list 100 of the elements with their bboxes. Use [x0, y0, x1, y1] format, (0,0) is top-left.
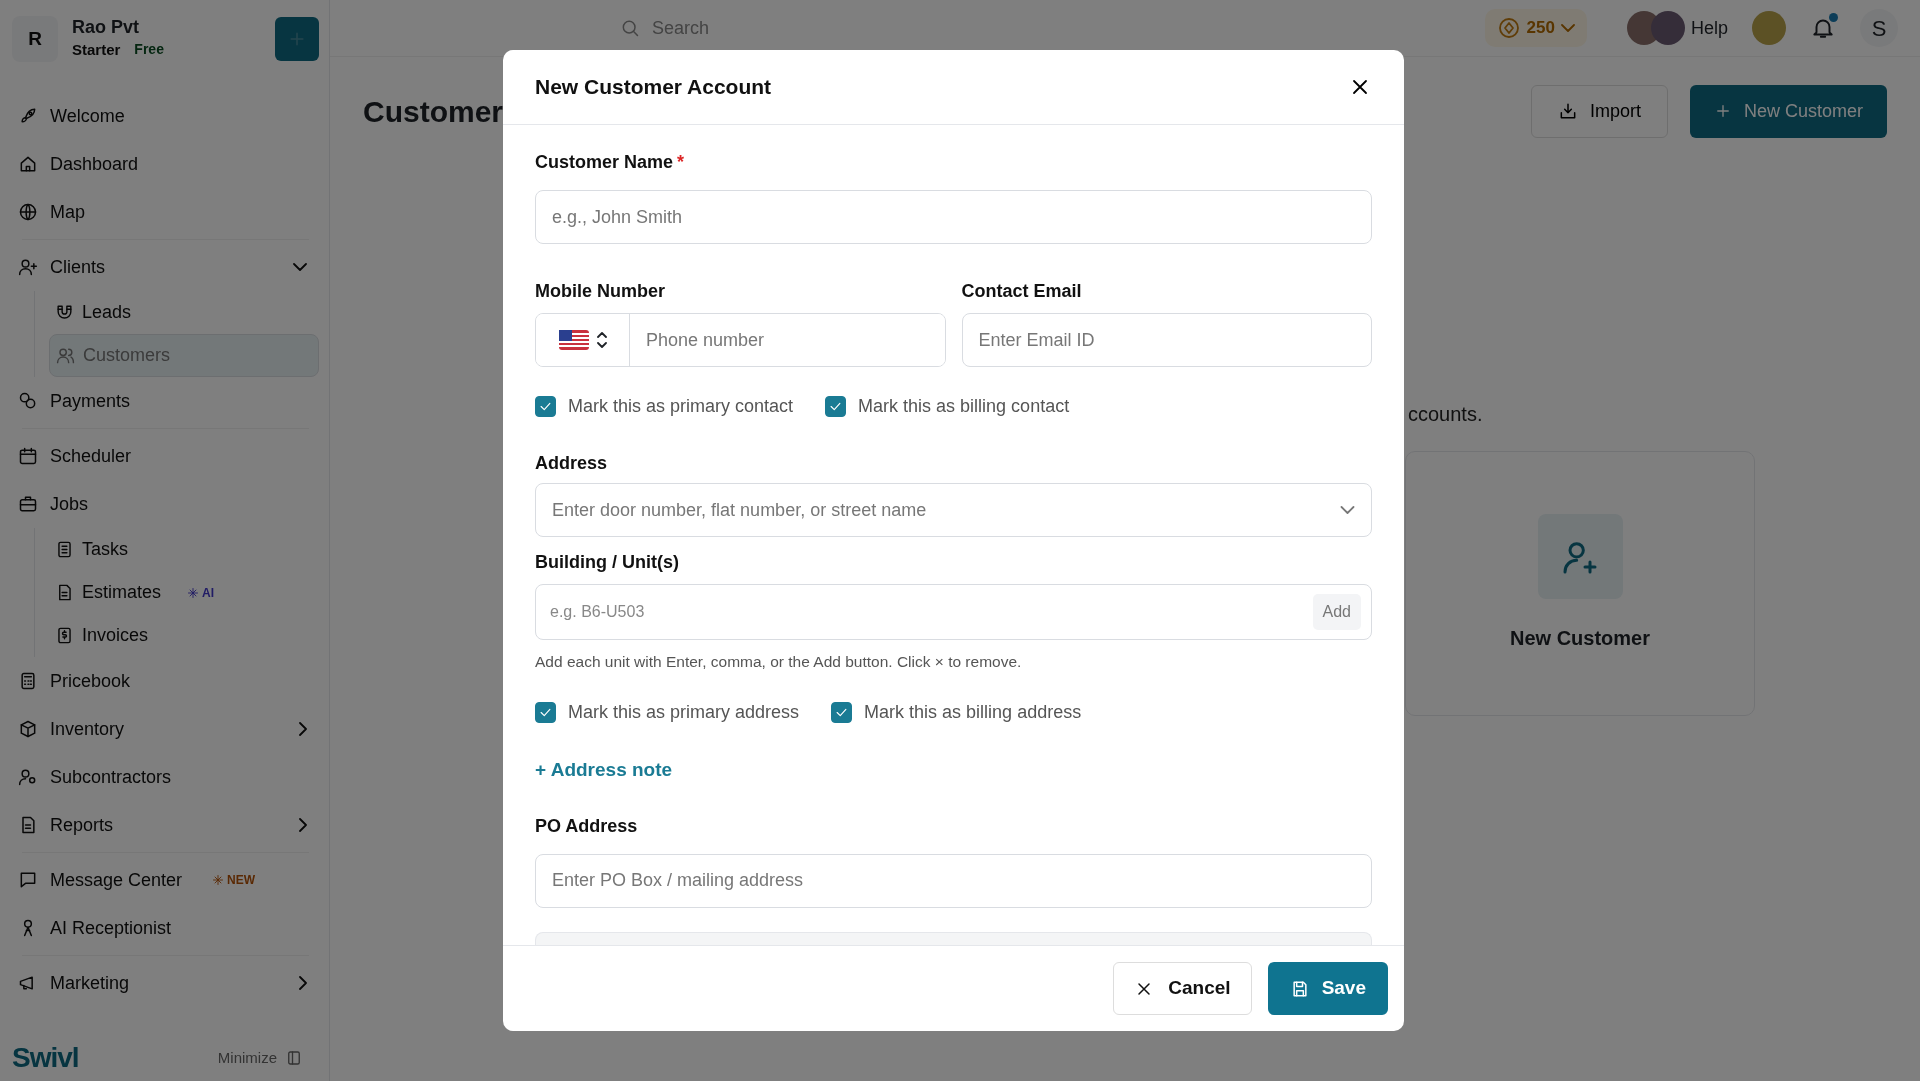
save-button[interactable]: Save [1267, 962, 1388, 1015]
feature-label: AI [202, 584, 215, 602]
chevron-down-icon [1340, 506, 1355, 514]
sidebar-label: AI Receptionist [50, 916, 172, 940]
calendar-icon [18, 446, 38, 466]
users-icon [56, 346, 75, 365]
flag-icon [558, 330, 589, 350]
coin-icon [1496, 16, 1521, 40]
tier-label: Free [134, 40, 164, 60]
checkbox[interactable]: Mark this as primary address [535, 699, 800, 727]
workspace-avatar: R [12, 16, 58, 62]
help-text: Add each unit with Enter, comma, or the Add button. Click × to remove. [535, 652, 1023, 672]
sidebar-item[interactable]: AI Receptionist [12, 904, 319, 952]
sidebar-label: Map [50, 200, 85, 224]
chevron-down-icon [293, 263, 307, 271]
sidebar-label: Payments [50, 389, 131, 413]
sidebar-item[interactable]: Map [12, 188, 319, 236]
sparkle-icon [212, 874, 225, 886]
import-button[interactable]: Import [1530, 84, 1668, 138]
input-field[interactable]: e.g., John Smith [535, 190, 1372, 244]
sidebar-subitem[interactable]: Invoices [49, 614, 319, 657]
field-label: PO Address [535, 814, 639, 838]
unit-field[interactable]: e.g. B6-U503 Add [535, 584, 1372, 640]
sidebar-label: Dashboard [50, 152, 139, 176]
chevron-right-icon [299, 722, 307, 736]
sidebar-item[interactable]: Clients [12, 243, 319, 291]
sidebar-subitem[interactable]: Leads [49, 291, 319, 334]
sidebar-subitem[interactable]: Tasks [49, 528, 319, 571]
minimize-button[interactable]: Minimize [211, 1045, 309, 1071]
avatar [1650, 11, 1685, 45]
field-label: Building / Unit(s) [535, 551, 680, 574]
field-label: Customer Name [535, 152, 674, 172]
sidebar-item[interactable]: Subcontractors [12, 753, 319, 801]
calculator-icon [18, 671, 38, 691]
sidebar-subitem[interactable]: Estimates AI [49, 571, 319, 614]
dialog-title: New Customer Account [535, 74, 772, 101]
input-field[interactable]: Enter Email ID [961, 313, 1372, 367]
address-note-link[interactable]: + Address note [535, 756, 673, 785]
new-customer-button[interactable]: New Customer [1689, 84, 1887, 138]
sidebar-item[interactable]: Scheduler [12, 432, 319, 480]
user-avatar[interactable]: S [1860, 9, 1898, 47]
sparkle-icon [187, 586, 200, 599]
logo: Swivl [12, 1041, 79, 1075]
workspace-name: Rao Pvt [72, 16, 141, 39]
sidebar-item[interactable]: Reports [12, 801, 319, 849]
sidebar-item[interactable]: Marketing [12, 959, 319, 1007]
chevron-right-icon [299, 976, 307, 990]
sidebar-label: Marketing [50, 971, 130, 995]
page-subtitle: ccounts. [1408, 402, 1484, 427]
sidebar-item[interactable]: Welcome [12, 92, 319, 140]
sidebar-label: Tasks [82, 538, 128, 561]
sidebar-label: Scheduler [50, 444, 132, 468]
sidebar-label: Pricebook [50, 669, 131, 693]
notification-button[interactable] [1810, 15, 1836, 41]
sidebar-label: Invoices [82, 624, 149, 647]
chevron-right-icon [299, 818, 307, 832]
required-mark: * [677, 152, 685, 172]
sidebar-label: Customers [83, 344, 171, 367]
field-label: Contact Email [961, 280, 1083, 303]
cube-icon [18, 719, 38, 739]
field-label: Address [535, 452, 609, 475]
field-label: Mobile Number [535, 280, 666, 303]
add-button[interactable] [275, 17, 319, 61]
feature-label: NEW [227, 872, 256, 889]
checkbox[interactable]: Mark this as primary contact [535, 393, 794, 420]
phone-field[interactable]: Phone number [535, 313, 946, 367]
checkbox[interactable]: Mark this as billing address [831, 699, 1082, 727]
sidebar-subitem[interactable]: Customers [49, 334, 319, 377]
sidebar-item[interactable]: Inventory [12, 705, 319, 753]
plan-label: Starter [72, 39, 121, 60]
new-customer-card[interactable]: New Customer [1405, 451, 1755, 716]
help-link[interactable]: Help [1690, 14, 1728, 42]
checkbox[interactable]: Mark this as billing contact [825, 393, 1070, 420]
avatar[interactable] [1752, 11, 1786, 45]
checklist-icon [55, 540, 74, 559]
sidebar-label: Leads [82, 301, 132, 324]
input-field[interactable]: Enter PO Box / mailing address [535, 853, 1372, 908]
sidebar-label: Message Center [50, 868, 183, 892]
cancel-button[interactable]: Cancel [1113, 962, 1252, 1015]
dollar-document-icon [55, 626, 74, 645]
coins-icon [18, 391, 38, 411]
sidebar-label: Welcome [50, 104, 125, 128]
sidebar-label: Clients [50, 255, 106, 279]
sidebar-label: Inventory [50, 717, 125, 741]
credits-button[interactable]: 250 [1484, 9, 1587, 47]
sidebar-label: Estimates [82, 581, 162, 604]
sidebar-item[interactable]: Dashboard [12, 140, 319, 188]
sidebar-item[interactable]: Jobs [12, 480, 319, 528]
sidebar-item[interactable]: Pricebook [12, 657, 319, 705]
page-title: Customer [363, 93, 504, 130]
globe-icon [18, 202, 38, 222]
sidebar-item[interactable]: Message Center NEW [12, 856, 319, 904]
sidebar-label: Reports [50, 813, 114, 837]
sidebar-item[interactable]: Payments [12, 377, 319, 425]
briefcase-icon [18, 494, 38, 514]
address-dropdown[interactable]: Enter door number, flat number, or street name [535, 483, 1372, 537]
card-label: New Customer [1510, 626, 1650, 651]
chevron-down-icon [1560, 24, 1575, 32]
add-unit-button[interactable]: Add [1312, 594, 1361, 630]
magnet-icon [55, 303, 74, 322]
